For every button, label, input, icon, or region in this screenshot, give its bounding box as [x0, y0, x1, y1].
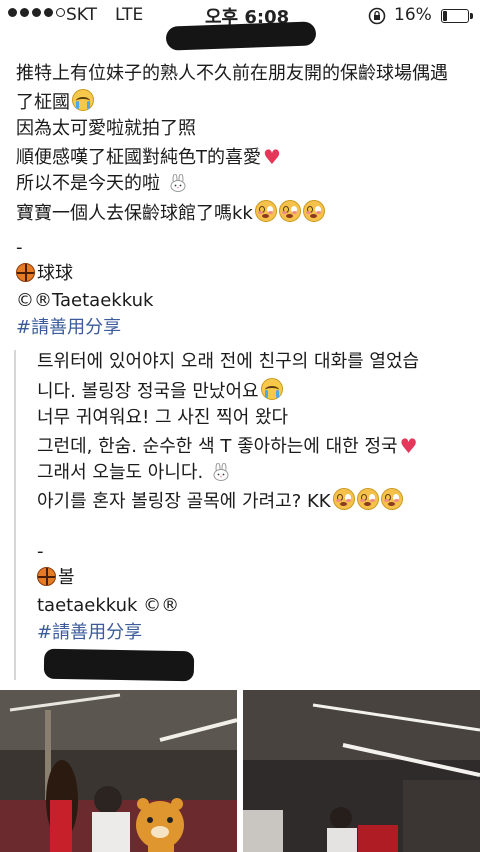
redaction-bar — [165, 21, 317, 51]
flushed-face-icon — [278, 200, 301, 222]
rotation-lock-icon — [368, 7, 386, 25]
quote-line-1: 트위터에 있어야지 오래 전에 친구의 대화를 열었습 — [37, 351, 420, 372]
post-line-4: 順便感嘆了柾國對純色T的喜愛 ♥ — [16, 145, 281, 169]
post-dash: - — [16, 237, 23, 258]
post-line-5: 所以不是今天的啦 — [16, 172, 188, 196]
rabbit-face-icon — [170, 174, 186, 192]
post-copyright: ©®Taetaekkuk — [16, 290, 154, 311]
quote-line-6: 아기를 혼자 볼링장 골목에 가려고? KK — [37, 488, 403, 514]
post-line-3: 因為太可愛啦就拍了照 — [16, 118, 196, 139]
battery-percent: 16% — [394, 5, 432, 25]
red-heart-icon: ♥ — [399, 434, 418, 458]
flushed-face-icon — [254, 200, 277, 222]
basketball-icon — [37, 567, 56, 586]
rabbit-face-icon — [213, 463, 229, 481]
post-source: 球球 — [16, 262, 73, 286]
quote-divider — [14, 350, 16, 680]
attached-photo-2[interactable] — [243, 690, 480, 852]
basketball-icon — [16, 263, 35, 282]
quote-hashtag[interactable]: #請善用分享 — [37, 621, 142, 645]
redaction-bar — [43, 648, 195, 682]
attached-photo-1[interactable] — [0, 690, 237, 852]
post-line-1: 推特上有位妹子的熟人不久前在朋友開的保齡球場偶遇 — [16, 63, 448, 84]
loudly-crying-face-icon — [72, 89, 94, 111]
quote-line-3: 너무 귀여워요! 그 사진 찍어 왔다 — [37, 407, 289, 428]
quote-line-4: 그런데, 한숨. 순수한 색 T 좋아하는에 대한 정국 ♥ — [37, 434, 418, 458]
red-heart-icon: ♥ — [263, 145, 281, 169]
post-line-6: 寶寶一個人去保齡球館了嗎kk — [16, 200, 325, 226]
quote-copyright: taetaekkuk ©® — [37, 595, 180, 616]
signal-strength-icon — [8, 8, 65, 17]
post-line-2: 了柾國 — [16, 89, 94, 115]
flushed-face-icon — [380, 488, 403, 510]
flushed-face-icon — [356, 488, 379, 510]
loudly-crying-face-icon — [260, 378, 283, 400]
quote-source: 볼 — [37, 566, 75, 590]
network-type: LTE — [115, 5, 144, 25]
quote-dash: - — [37, 541, 44, 562]
carrier-name: SKT — [66, 5, 98, 25]
flushed-face-icon — [332, 488, 355, 510]
flushed-face-icon — [302, 200, 325, 222]
quote-line-5: 그래서 오늘도 아니다. — [37, 461, 231, 485]
post-hashtag[interactable]: #請善用分享 — [16, 316, 121, 340]
quote-line-2: 니다. 볼링장 정국을 만났어요 — [37, 378, 283, 404]
battery-icon — [441, 9, 473, 23]
